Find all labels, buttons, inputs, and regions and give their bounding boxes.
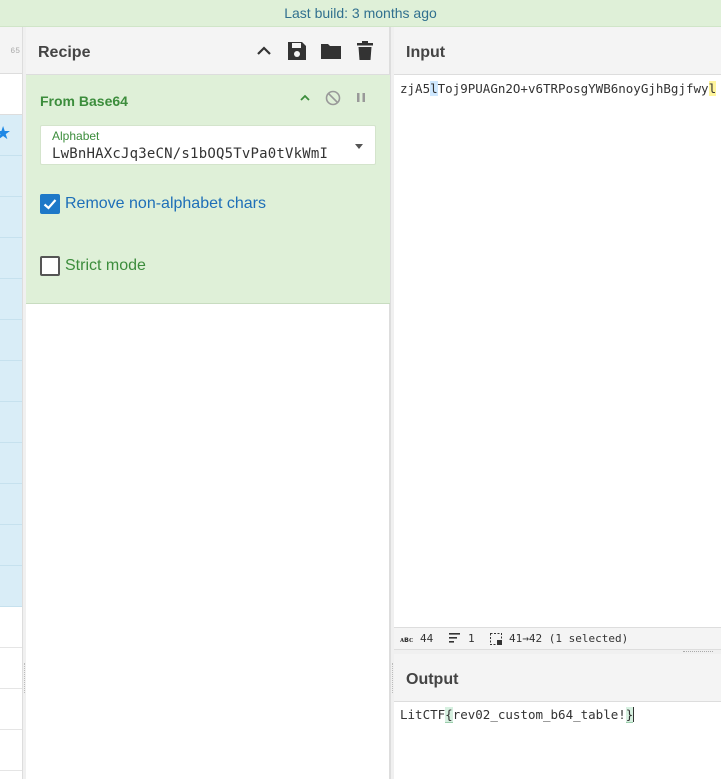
text-cursor — [633, 707, 635, 722]
output-panel: Output LitCTF{rev02_custom_b64_table!} — [394, 654, 721, 779]
operations-count: 65 — [10, 47, 20, 56]
input-lines: 1 — [468, 632, 475, 645]
output-title-bar: Output — [394, 654, 721, 702]
operations-header: 65 — [0, 27, 22, 74]
favourites-category[interactable]: ★ — [0, 115, 22, 156]
remove-non-alphabet-checkbox[interactable] — [40, 194, 60, 214]
folder-icon — [321, 44, 341, 59]
load-recipe-button[interactable] — [319, 39, 343, 63]
operations-search[interactable] — [0, 74, 22, 115]
output-prefix: LitCTF — [400, 707, 446, 722]
strict-mode-label: Strict mode — [65, 257, 146, 274]
operation-list-item[interactable] — [0, 238, 22, 279]
selection-icon — [490, 633, 502, 645]
category-item[interactable] — [0, 689, 22, 730]
output-title: Output — [406, 671, 459, 688]
operation-list-item[interactable] — [0, 279, 22, 320]
category-item[interactable] — [0, 648, 22, 689]
disable-operation-button[interactable] — [324, 89, 342, 107]
alphabet-label: Alphabet — [52, 129, 100, 143]
hide-args-button[interactable] — [296, 89, 314, 107]
input-length: 44 — [420, 632, 434, 645]
operation-list-item[interactable] — [0, 484, 22, 525]
star-icon: ★ — [0, 124, 11, 142]
input-panel: Input zjA5lToj9PUAGn2O+v6TRPosgYWB6noyGj… — [394, 27, 721, 649]
chevron-up-icon — [257, 46, 271, 55]
length-icon: ᴀʙᴄ — [400, 635, 414, 644]
breakpoint-button[interactable] — [352, 89, 370, 107]
operation-list-item[interactable] — [0, 156, 22, 197]
resize-grip — [392, 663, 393, 693]
pause-icon — [357, 93, 365, 102]
disable-icon — [325, 90, 341, 106]
category-item[interactable] — [0, 730, 22, 771]
output-text[interactable]: LitCTF{rev02_custom_b64_table!} — [400, 707, 635, 723]
input-title-bar: Input — [394, 27, 721, 75]
input-text-rest: Toj9PUAGn2O+v6TRPosgYWB6noyGjhBgjfwy — [437, 81, 709, 96]
operation-list-item[interactable] — [0, 566, 22, 607]
collapse-all-button[interactable] — [252, 39, 276, 63]
remove-non-alphabet-label: Remove non-alphabet chars — [65, 195, 267, 212]
clear-recipe-button[interactable] — [353, 39, 377, 63]
input-selection: 41→42 (1 selected) — [509, 632, 629, 645]
alphabet-select[interactable]: Alphabet LwBnHAXcJq3eCN/s1bOQ5TvPa0tVkWm… — [40, 125, 376, 165]
resize-grip — [683, 651, 713, 652]
input-title: Input — [406, 44, 446, 61]
build-banner: Last build: 3 months ago — [0, 0, 721, 27]
input-status-bar: ᴀʙᴄ 44 1 41→42 (1 selected) — [394, 627, 721, 649]
input-text-start: zjA5 — [400, 81, 431, 96]
category-item[interactable] — [0, 607, 22, 648]
operation-list-item[interactable] — [0, 525, 22, 566]
operation-list-item[interactable] — [0, 443, 22, 484]
chevron-up-icon — [300, 94, 310, 101]
recipe-title: Recipe — [38, 44, 91, 61]
input-textarea[interactable]: zjA5lToj9PUAGn2O+v6TRPosgYWB6noyGjhBgjfw… — [400, 81, 717, 96]
recipe-panel: Recipe From Base64 Alphabet LwBnHAXcJq3e… — [26, 27, 390, 779]
caret-down-icon[interactable] — [355, 144, 363, 149]
save-icon — [288, 42, 306, 60]
operations-panel: 65 ★ — [0, 27, 23, 779]
checkmark-icon — [43, 199, 57, 210]
operation-list-item[interactable] — [0, 402, 22, 443]
lines-icon — [449, 633, 460, 643]
strict-mode-checkbox[interactable] — [40, 256, 60, 276]
output-body: rev02_custom_b64_table! — [452, 707, 626, 722]
trash-icon — [357, 41, 373, 60]
selected-char: l — [430, 81, 438, 96]
alphabet-value[interactable]: LwBnHAXcJq3eCN/s1bOQ5TvPa0tVkWmI — [52, 146, 352, 162]
resize-grip — [24, 663, 25, 693]
operation-title: From Base64 — [40, 93, 128, 109]
highlighted-char: l — [708, 81, 717, 96]
operation-list-item[interactable] — [0, 320, 22, 361]
output-open-brace: { — [445, 707, 453, 723]
recipe-title-bar: Recipe — [26, 27, 389, 75]
operation-list-item[interactable] — [0, 197, 22, 238]
output-close-brace: } — [625, 707, 634, 723]
from-base64-operation: From Base64 Alphabet LwBnHAXcJq3eCN/s1bO… — [26, 75, 390, 304]
operation-list-item[interactable] — [0, 361, 22, 402]
save-recipe-button[interactable] — [285, 39, 309, 63]
